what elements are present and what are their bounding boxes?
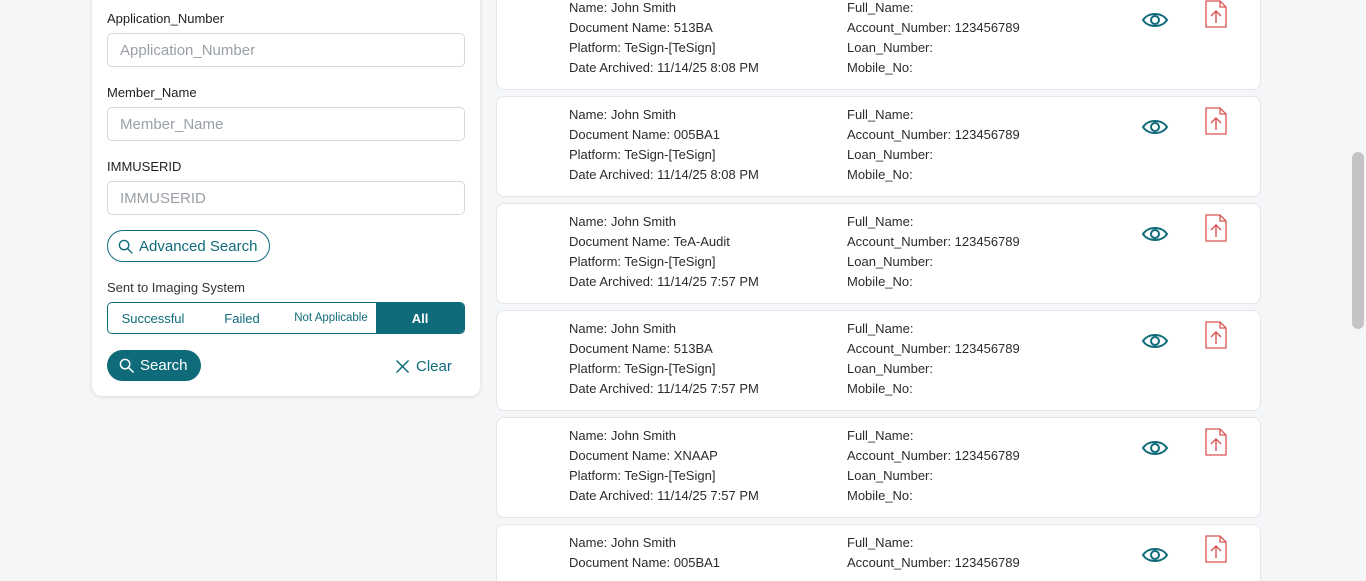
result-account-number: Account_Number: 123456789 (847, 234, 1020, 249)
application-number-label: Application_Number (107, 11, 225, 26)
eye-icon[interactable] (1141, 223, 1169, 245)
result-account-number: Account_Number: 123456789 (847, 341, 1020, 356)
result-details: Name: John Smith Document Name: 005BA1 P… (569, 105, 759, 185)
imaging-system-label: Sent to Imaging System (107, 280, 246, 295)
member-name-label: Member_Name (107, 85, 197, 100)
page-scrollbar[interactable] (1349, 0, 1366, 581)
result-full-name: Full_Name: (847, 321, 914, 336)
eye-icon[interactable] (1141, 437, 1169, 459)
result-full-name: Full_Name: (847, 535, 914, 550)
result-mobile-no: Mobile_No: (847, 60, 913, 75)
search-filter-panel: Application_Number Member_Name IMMUSERID… (92, 0, 480, 396)
clear-button[interactable]: Clear (395, 353, 452, 379)
result-mobile-no: Mobile_No: (847, 274, 913, 289)
scrollbar-thumb[interactable] (1352, 152, 1364, 329)
result-account-details: Full_Name: Account_Number: 123456789 Loa… (847, 319, 1020, 399)
result-name: Name: John Smith (569, 428, 676, 443)
result-account-details: Full_Name: Account_Number: 123456789 Loa… (847, 105, 1020, 185)
result-full-name: Full_Name: (847, 107, 914, 122)
imaging-option-failed[interactable]: Failed (198, 303, 286, 333)
clear-button-label: Clear (416, 357, 452, 375)
imaging-option-all[interactable]: All (376, 303, 464, 333)
result-card: Name: John Smith Document Name: 513BA Pl… (496, 0, 1261, 90)
advanced-search-button[interactable]: Advanced Search (107, 230, 271, 262)
result-document-name: Document Name: TeA-Audit (569, 234, 730, 249)
advanced-search-label: Advanced Search (139, 237, 258, 255)
result-document-name: Document Name: 005BA1 (569, 127, 721, 142)
imaging-status-toggle: Successful Failed Not Applicable All (107, 302, 465, 334)
result-mobile-no: Mobile_No: (847, 381, 913, 396)
result-name: Name: John Smith (569, 214, 676, 229)
result-name: Name: John Smith (569, 0, 676, 15)
pdf-file-icon[interactable] (1205, 107, 1227, 135)
result-details: Name: John Smith Document Name: 005BA1 (569, 533, 720, 573)
result-name: Name: John Smith (569, 535, 676, 550)
application-number-input[interactable] (107, 33, 465, 67)
result-document-name: Document Name: 005BA1 (569, 555, 721, 570)
result-loan-number: Loan_Number: (847, 468, 933, 483)
pdf-file-icon[interactable] (1205, 214, 1227, 242)
immuserid-input[interactable] (107, 181, 465, 215)
result-platform: Platform: TeSign-[TeSign] (569, 361, 716, 376)
result-date-archived: Date Archived: 11/14/25 8:08 PM (569, 60, 759, 75)
result-loan-number: Loan_Number: (847, 147, 933, 162)
search-button[interactable]: Search (107, 350, 201, 381)
result-name: Name: John Smith (569, 321, 676, 336)
result-full-name: Full_Name: (847, 428, 914, 443)
search-icon (119, 358, 134, 373)
result-date-archived: Date Archived: 11/14/25 7:57 PM (569, 381, 759, 396)
search-button-label: Search (140, 357, 188, 374)
result-mobile-no: Mobile_No: (847, 167, 913, 182)
result-platform: Platform: TeSign-[TeSign] (569, 254, 716, 269)
result-account-details: Full_Name: Account_Number: 123456789 Loa… (847, 426, 1020, 506)
result-full-name: Full_Name: (847, 0, 914, 15)
result-card: Name: John Smith Document Name: TeA-Audi… (496, 203, 1261, 304)
result-card: Name: John Smith Document Name: 005BA1 P… (496, 96, 1261, 197)
result-loan-number: Loan_Number: (847, 361, 933, 376)
eye-icon[interactable] (1141, 330, 1169, 352)
eye-icon[interactable] (1141, 116, 1169, 138)
result-account-number: Account_Number: 123456789 (847, 555, 1020, 570)
pdf-file-icon[interactable] (1205, 321, 1227, 349)
pdf-file-icon[interactable] (1205, 428, 1227, 456)
result-account-number: Account_Number: 123456789 (847, 20, 1020, 35)
imaging-option-not-applicable[interactable]: Not Applicable (286, 303, 376, 333)
result-platform: Platform: TeSign-[TeSign] (569, 40, 716, 55)
result-full-name: Full_Name: (847, 214, 914, 229)
immuserid-label: IMMUSERID (107, 159, 182, 174)
result-account-number: Account_Number: 123456789 (847, 127, 1020, 142)
result-card: Name: John Smith Document Name: XNAAP Pl… (496, 417, 1261, 518)
result-date-archived: Date Archived: 11/14/25 8:08 PM (569, 167, 759, 182)
pdf-file-icon[interactable] (1205, 535, 1227, 563)
result-card: Name: John Smith Document Name: 005BA1 F… (496, 524, 1261, 581)
result-document-name: Document Name: XNAAP (569, 448, 718, 463)
result-document-name: Document Name: 513BA (569, 341, 713, 356)
result-account-details: Full_Name: Account_Number: 123456789 Loa… (847, 0, 1020, 78)
result-account-number: Account_Number: 123456789 (847, 448, 1020, 463)
result-details: Name: John Smith Document Name: TeA-Audi… (569, 212, 759, 292)
result-loan-number: Loan_Number: (847, 40, 933, 55)
result-date-archived: Date Archived: 11/14/25 7:57 PM (569, 488, 759, 503)
result-details: Name: John Smith Document Name: XNAAP Pl… (569, 426, 759, 506)
pdf-file-icon[interactable] (1205, 0, 1227, 28)
result-date-archived: Date Archived: 11/14/25 7:57 PM (569, 274, 759, 289)
result-platform: Platform: TeSign-[TeSign] (569, 147, 716, 162)
result-platform: Platform: TeSign-[TeSign] (569, 468, 716, 483)
result-account-details: Full_Name: Account_Number: 123456789 (847, 533, 1020, 573)
result-details: Name: John Smith Document Name: 513BA Pl… (569, 0, 759, 78)
result-mobile-no: Mobile_No: (847, 488, 913, 503)
eye-icon[interactable] (1141, 544, 1169, 566)
result-document-name: Document Name: 513BA (569, 20, 713, 35)
result-account-details: Full_Name: Account_Number: 123456789 Loa… (847, 212, 1020, 292)
result-card: Name: John Smith Document Name: 513BA Pl… (496, 310, 1261, 411)
close-icon (396, 359, 409, 373)
result-loan-number: Loan_Number: (847, 254, 933, 269)
result-name: Name: John Smith (569, 107, 676, 122)
search-icon (118, 239, 133, 254)
imaging-option-successful[interactable]: Successful (108, 303, 198, 333)
result-details: Name: John Smith Document Name: 513BA Pl… (569, 319, 759, 399)
member-name-input[interactable] (107, 107, 465, 141)
eye-icon[interactable] (1141, 9, 1169, 31)
